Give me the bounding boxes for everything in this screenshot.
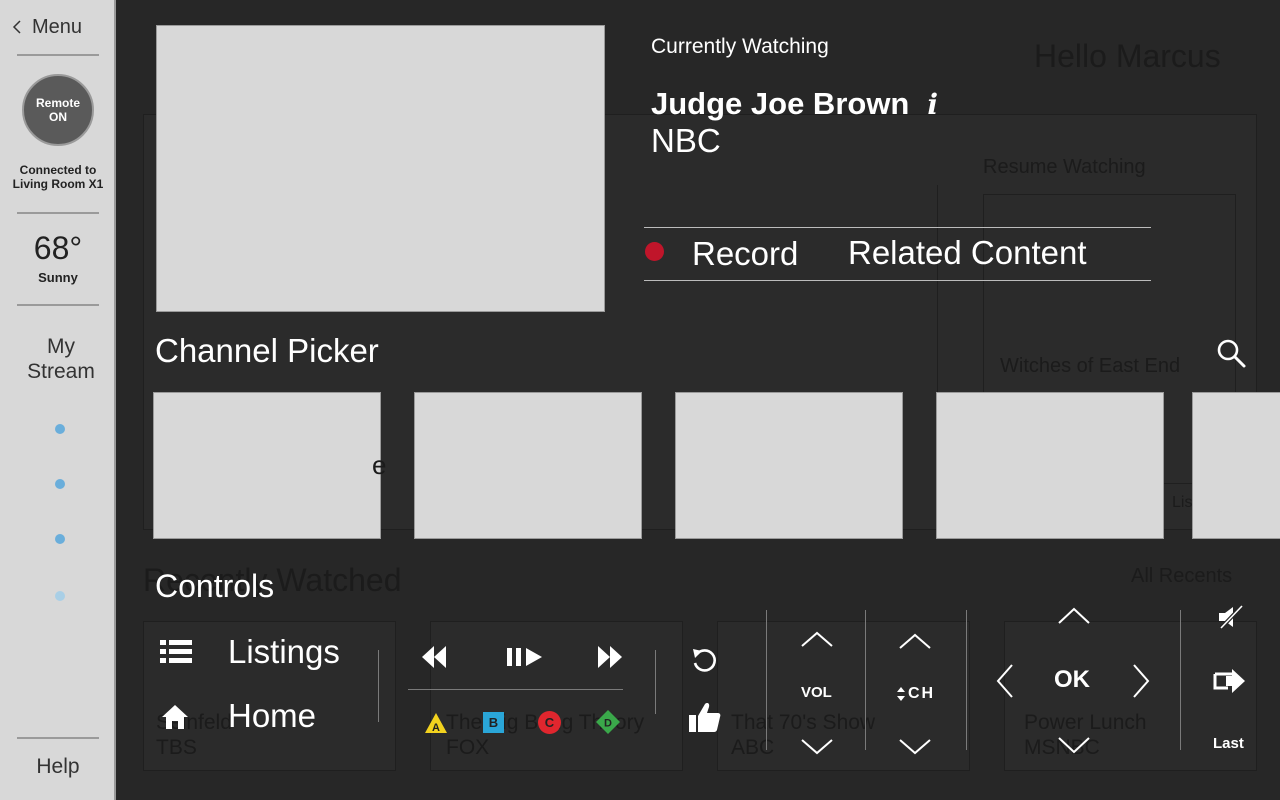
volume-down-icon[interactable]: [800, 738, 834, 756]
temperature: 68°: [33, 230, 83, 266]
color-button-d-icon[interactable]: D: [595, 709, 621, 735]
channel-picker-title: Channel Picker: [155, 332, 379, 369]
play-pause-icon[interactable]: [505, 645, 545, 669]
recent-item-channel: ABC: [731, 736, 775, 759]
channel-up-icon[interactable]: [898, 632, 932, 650]
channel-label: CH: [908, 685, 936, 702]
menu-label: Menu: [32, 15, 83, 38]
rewind-icon[interactable]: [420, 644, 448, 670]
dpad-down-icon[interactable]: [1057, 735, 1091, 755]
up-down-arrows-icon: [897, 687, 905, 701]
divider: [644, 227, 1151, 228]
ok-button[interactable]: OK: [1054, 666, 1090, 694]
stream-page-dot[interactable]: [55, 479, 65, 489]
color-button-c-icon[interactable]: C: [538, 711, 561, 734]
home-icon: [162, 705, 188, 729]
resume-item-title: Witches of East End: [1000, 355, 1181, 377]
remote-status-line2: ON: [49, 110, 67, 124]
connection-line2: Living Room X1: [12, 177, 104, 191]
color-button-d-letter: D: [604, 718, 612, 730]
channel-down-icon[interactable]: [898, 738, 932, 756]
info-icon[interactable]: i: [927, 88, 938, 121]
stream-page-dot[interactable]: [55, 534, 65, 544]
remote-status-line1: Remote: [35, 96, 80, 110]
resume-watching-heading: Resume Watching: [983, 156, 1146, 178]
currently-watching-label: Currently Watching: [651, 35, 829, 58]
volume-up-icon[interactable]: [800, 630, 834, 648]
fast-forward-icon[interactable]: [596, 644, 624, 670]
listings-button[interactable]: Listings: [160, 633, 340, 671]
dpad-left-icon[interactable]: [995, 663, 1015, 699]
channel-tile[interactable]: [675, 392, 903, 539]
divider: [17, 304, 99, 306]
volume-label: VOL: [801, 684, 832, 701]
color-button-a-letter: A: [432, 722, 440, 734]
channel-tile[interactable]: [414, 392, 642, 539]
record-dot-icon: [645, 241, 664, 261]
recent-item-title: That 70's Show: [731, 711, 876, 734]
recent-item-channel: TBS: [156, 736, 197, 759]
mute-icon[interactable]: [1216, 604, 1246, 630]
related-content-button[interactable]: Related Content: [848, 234, 1087, 272]
remote-toggle-button[interactable]: Remote ON: [22, 74, 94, 146]
my-stream-link[interactable]: My Stream: [0, 334, 122, 384]
divider: [1180, 610, 1181, 750]
listings-label: Listings: [228, 633, 340, 670]
sidebar: Menu Remote ON Connected to Living Room …: [0, 0, 116, 800]
greeting-text: Hello Marcus: [1034, 38, 1221, 74]
divider: [655, 650, 656, 714]
divider: [766, 610, 767, 750]
thumbs-up-icon[interactable]: [688, 700, 722, 734]
show-title-row: Judge Joe Brown i: [651, 86, 938, 122]
show-title: Judge Joe Brown: [651, 86, 910, 121]
partial-background-text: e: [372, 450, 387, 480]
channel-tile[interactable]: [1192, 392, 1280, 539]
record-button[interactable]: Record: [645, 234, 798, 274]
chevron-left-icon: [12, 20, 21, 34]
replay-icon[interactable]: [690, 645, 718, 675]
channel-tile[interactable]: [153, 392, 381, 539]
my-stream-line2: Stream: [27, 360, 95, 383]
recent-item-channel: FOX: [446, 736, 490, 759]
weather-condition: Sunny: [38, 270, 78, 285]
divider: [865, 610, 866, 750]
divider: [644, 280, 1151, 281]
divider: [17, 737, 99, 739]
menu-button[interactable]: Menu: [12, 14, 82, 40]
recent-item-title: Power Lunch: [1024, 711, 1147, 734]
color-button-b-letter: B: [488, 715, 499, 730]
now-playing-video[interactable]: [156, 25, 605, 312]
channel-tile[interactable]: [936, 392, 1164, 539]
color-button-c-letter: C: [544, 715, 555, 730]
controls-title: Controls: [155, 568, 275, 604]
color-button-a-icon[interactable]: A: [424, 712, 448, 734]
search-icon[interactable]: [1215, 337, 1247, 369]
dpad-right-icon[interactable]: [1131, 663, 1151, 699]
home-button[interactable]: Home: [160, 697, 316, 735]
last-label: Last: [1213, 735, 1244, 752]
divider: [17, 54, 99, 56]
my-stream-line1: My: [47, 335, 75, 358]
record-label: Record: [692, 235, 799, 272]
dpad-up-icon[interactable]: [1057, 606, 1091, 626]
last-channel-icon[interactable]: [1212, 668, 1248, 696]
divider: [378, 650, 379, 722]
connection-status: Connected to Living Room X1: [0, 163, 116, 191]
stream-page-dot[interactable]: [55, 424, 65, 434]
connection-line1: Connected to: [19, 163, 97, 177]
color-button-b-icon[interactable]: B: [483, 712, 504, 733]
divider: [966, 610, 967, 750]
help-link[interactable]: Help: [0, 755, 116, 779]
divider: [17, 212, 99, 214]
channel-name: NBC: [651, 122, 721, 159]
home-label: Home: [228, 697, 317, 734]
list-icon: [160, 640, 192, 663]
channel-control: CH: [896, 685, 935, 703]
divider: [408, 689, 623, 690]
partial-background-text-2: Lis: [1172, 494, 1193, 511]
stream-page-dot[interactable]: [55, 591, 65, 601]
all-recents-link[interactable]: All Recents: [1131, 565, 1232, 588]
